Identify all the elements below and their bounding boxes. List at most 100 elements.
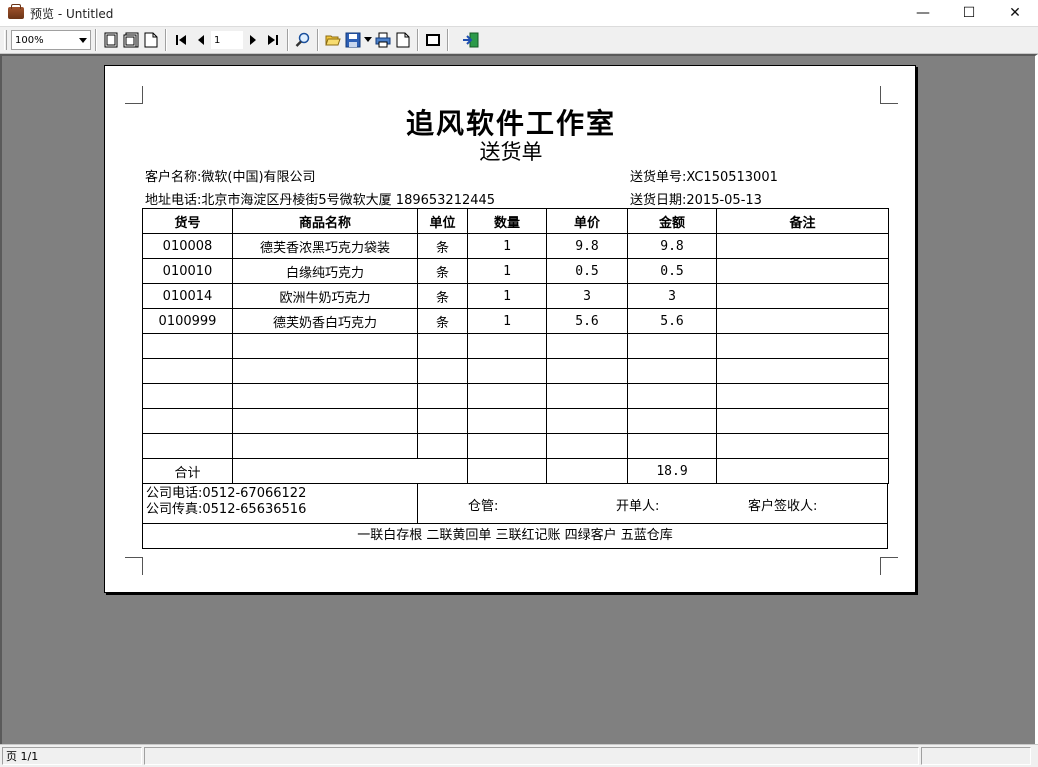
address-value: 北京市海淀区丹棱街5号微软大厦 189653212445 (201, 193, 496, 208)
company-phone: 公司电话:0512-67066122 (146, 486, 417, 502)
prev-page-button[interactable] (191, 29, 211, 51)
receiver-label: 客户签收人: (748, 499, 818, 514)
customer-name: 微软(中国)有限公司 (201, 170, 316, 185)
exit-button[interactable] (461, 29, 481, 51)
unit-price (546, 383, 628, 409)
remark (716, 433, 889, 459)
status-bar: 页 1/1 (0, 744, 1038, 767)
fullscreen-button[interactable] (423, 29, 443, 51)
product-name (232, 383, 418, 409)
unit (417, 333, 468, 359)
chevron-down-icon (364, 37, 372, 42)
open-button[interactable] (323, 29, 343, 51)
page-setup-button[interactable] (393, 29, 413, 51)
table-row (142, 333, 889, 359)
page-whole-icon (104, 32, 118, 48)
toolbar-grip[interactable] (4, 30, 7, 50)
quantity: 1 (467, 308, 547, 334)
amount: 5.6 (627, 308, 717, 334)
product-name: 欧洲牛奶巧克力 (232, 283, 418, 309)
table-row: 0100999 德芙奶香白巧克力 条 1 5.6 5.6 (142, 308, 889, 334)
total-amount: 18.9 (627, 458, 717, 484)
product-name (232, 408, 418, 434)
preview-toolbar: 100% 1 (0, 26, 1038, 54)
column-header: 数量 (467, 208, 547, 234)
actual-size-button[interactable] (141, 29, 161, 51)
total-blank (232, 458, 468, 484)
address-label: 地址电话: (145, 193, 202, 208)
unit (417, 408, 468, 434)
amount (627, 333, 717, 359)
column-header: 备注 (716, 208, 889, 234)
next-page-button[interactable] (243, 29, 263, 51)
page-status: 页 1/1 (2, 747, 142, 765)
amount: 0.5 (627, 258, 717, 284)
prev-page-icon (198, 35, 204, 45)
quantity: 1 (467, 233, 547, 259)
quantity: 1 (467, 283, 547, 309)
save-options-button[interactable] (363, 29, 373, 51)
amount (627, 358, 717, 384)
order-no-label: 送货单号: (630, 170, 687, 185)
remark (716, 308, 889, 334)
maximize-button[interactable]: ☐ (946, 0, 992, 26)
quantity (467, 358, 547, 384)
product-name (232, 358, 418, 384)
save-button[interactable] (343, 29, 363, 51)
floppy-disk-icon (345, 32, 361, 48)
column-header: 单位 (417, 208, 468, 234)
remark (716, 408, 889, 434)
customer-label: 客户名称: (145, 170, 202, 185)
window-controls: — ☐ ✕ (900, 0, 1038, 26)
remark (716, 383, 889, 409)
print-page: 追风软件工作室 送货单 客户名称:微软(中国)有限公司 送货单号:XC15051… (104, 65, 916, 593)
first-page-button[interactable] (171, 29, 191, 51)
item-code: 010014 (142, 283, 233, 309)
unit (417, 383, 468, 409)
print-button[interactable] (373, 29, 393, 51)
phone-label: 公司电话: (146, 486, 203, 501)
phone-value: 0512-67066122 (202, 486, 307, 501)
product-name (232, 333, 418, 359)
unit (417, 433, 468, 459)
fax-label: 公司传真: (146, 502, 203, 517)
whole-page-button[interactable] (101, 29, 121, 51)
unit-price: 3 (546, 283, 628, 309)
company-fax: 公司传真:0512-65636516 (146, 502, 417, 518)
unit (417, 358, 468, 384)
folder-open-icon (325, 35, 341, 46)
printer-icon (375, 32, 391, 48)
minimize-button[interactable]: — (900, 0, 946, 26)
amount (627, 383, 717, 409)
zoom-value: 100% (15, 34, 44, 46)
column-header: 商品名称 (232, 208, 418, 234)
margin-mark (880, 557, 898, 575)
signature-area: 仓管: 开单人: 客户签收人: (418, 483, 887, 523)
toolbar-separator (447, 29, 449, 51)
product-name: 德芙香浓黑巧克力袋装 (232, 233, 418, 259)
page-number-input[interactable]: 1 (211, 31, 243, 49)
item-code: 010010 (142, 258, 233, 284)
product-name (232, 433, 418, 459)
delivery-date: 2015-05-13 (686, 193, 762, 208)
unit: 条 (417, 283, 468, 309)
item-code (142, 333, 233, 359)
product-name: 白缘纯巧克力 (232, 258, 418, 284)
last-page-button[interactable] (263, 29, 283, 51)
zoom-select[interactable]: 100% (11, 30, 91, 50)
unit-price (546, 358, 628, 384)
magnifier-icon (295, 32, 310, 47)
table-header-row: 货号 商品名称 单位 数量 单价 金额 备注 (142, 208, 889, 234)
page-width-button[interactable] (121, 29, 141, 51)
page-setup-icon (396, 32, 410, 48)
close-button[interactable]: ✕ (992, 0, 1038, 26)
item-code: 010008 (142, 233, 233, 259)
unit-price: 5.6 (546, 308, 628, 334)
zoom-button[interactable] (293, 29, 313, 51)
window-title: 预览 - Untitled (30, 6, 114, 21)
status-pane-right (921, 747, 1031, 765)
remark (716, 283, 889, 309)
address-info: 地址电话:北京市海淀区丹棱街5号微软大厦 189653212445 (145, 189, 495, 208)
quantity (467, 333, 547, 359)
quantity (467, 433, 547, 459)
